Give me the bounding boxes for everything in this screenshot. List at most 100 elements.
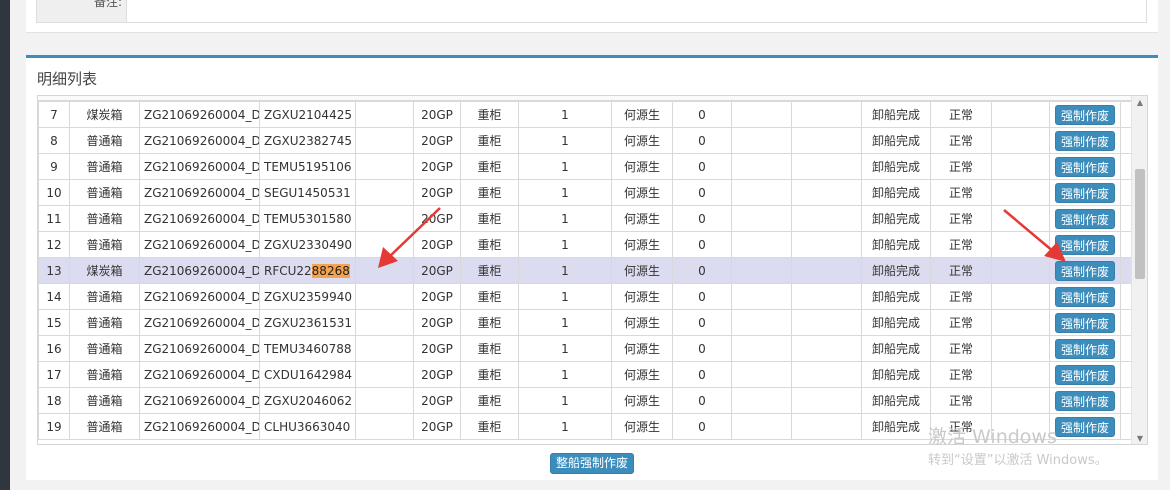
table-row[interactable]: 16 普通箱 ZG21069260004_D TEMU3460788 20GP 重柜 1 何源… [38,335,1133,362]
voyage-ref: ZG21069260004_D [139,231,260,258]
force-void-button[interactable]: 强制作废 [1055,416,1115,437]
row-number: 10 [38,179,70,206]
container-number-text: ZGXU2361531 [264,315,352,330]
action-cell: 强制作废 [1049,257,1121,284]
operator-name: 何源生 [611,387,673,414]
unload-status: 卸船完成 [861,205,931,232]
voyage-ref: ZG21069260004_D [139,205,260,232]
force-void-button[interactable]: 强制作废 [1055,338,1115,359]
load-status: 重柜 [460,101,519,128]
blank-cell [355,257,414,284]
blank-cell [355,179,414,206]
row-number: 17 [38,361,70,388]
quantity: 1 [518,283,612,310]
operator-name: 何源生 [611,335,673,362]
table-row[interactable]: 11 普通箱 ZG21069260004_D TEMU5301580 20GP 重柜 1 何源… [38,205,1133,232]
box-type: 煤炭箱 [69,101,140,128]
container-size: 20GP [413,335,461,362]
blank-cell [991,335,1050,362]
table-row[interactable]: 15 普通箱 ZG21069260004_D ZGXU2361531 20GP 重柜 1 何源… [38,309,1133,336]
unload-status: 卸船完成 [861,153,931,180]
force-void-button[interactable]: 强制作废 [1055,156,1115,177]
action-cell: 强制作废 [1049,205,1121,232]
box-type: 普通箱 [69,205,140,232]
action-cell: 强制作废 [1049,127,1121,154]
blank-cell [355,127,414,154]
container-size: 20GP [413,153,461,180]
container-size: 20GP [413,257,461,284]
table-row[interactable]: 14 普通箱 ZG21069260004_D ZGXU2359940 20GP 重柜 1 何源… [38,283,1133,310]
blank-cell [791,101,862,128]
bulk-force-void-button[interactable]: 整船强制作废 [550,453,634,474]
force-void-button[interactable]: 强制作废 [1055,364,1115,385]
blank-cell [355,283,414,310]
action-cell: 强制作废 [1049,361,1121,388]
action-cell: 强制作废 [1049,335,1121,362]
blank-cell [731,309,792,336]
search-highlight: 88268 [311,263,350,278]
load-status: 重柜 [460,283,519,310]
force-void-button[interactable]: 强制作废 [1055,130,1115,151]
force-void-button[interactable]: 强制作废 [1055,104,1115,125]
voyage-ref: ZG21069260004_D [139,153,260,180]
blank-cell [731,361,792,388]
unload-status: 卸船完成 [861,387,931,414]
action-cell: 强制作废 [1049,387,1121,414]
blank-cell [791,361,862,388]
detail-table-scroll-area[interactable]: 7 煤炭箱 ZG21069260004_D ZGXU2104425 20GP 重柜 1 何源生… [37,95,1148,445]
remark-field[interactable] [127,0,1146,22]
container-number-text: ZGXU2104425 [264,107,352,122]
blank-cell [355,231,414,258]
table-row[interactable]: 9 普通箱 ZG21069260004_D TEMU5195106 20GP 重柜 1 何源生… [38,153,1133,180]
voyage-ref: ZG21069260004_D [139,361,260,388]
box-type: 普通箱 [69,231,140,258]
scroll-up-arrow-icon[interactable]: ▲ [1132,96,1147,110]
condition-status: 正常 [930,153,992,180]
force-void-button[interactable]: 强制作废 [1055,182,1115,203]
table-row[interactable]: 7 煤炭箱 ZG21069260004_D ZGXU2104425 20GP 重柜 1 何源生… [38,101,1133,128]
box-type: 普通箱 [69,413,140,440]
row-number: 8 [38,127,70,154]
unload-status: 卸船完成 [861,127,931,154]
table-row[interactable]: 8 普通箱 ZG21069260004_D ZGXU2382745 20GP 重柜 1 何源生… [38,127,1133,154]
detail-table: 7 煤炭箱 ZG21069260004_D ZGXU2104425 20GP 重柜 1 何源生… [38,101,1133,440]
container-number: ZGXU2104425 [259,101,356,128]
blank-cell [991,257,1050,284]
blank-cell [731,127,792,154]
force-void-button[interactable]: 强制作废 [1055,260,1115,281]
scroll-down-arrow-icon[interactable]: ▼ [1132,432,1147,444]
force-void-button[interactable]: 强制作废 [1055,234,1115,255]
table-row[interactable]: 10 普通箱 ZG21069260004_D SEGU1450531 20GP 重柜 1 何源… [38,179,1133,206]
row-number: 16 [38,335,70,362]
voyage-ref: ZG21069260004_D [139,413,260,440]
blank-cell [355,205,414,232]
force-void-button[interactable]: 强制作废 [1055,312,1115,333]
operator-name: 何源生 [611,413,673,440]
unload-status: 卸船完成 [861,101,931,128]
container-number-text: ZGXU2359940 [264,289,352,304]
row-number: 12 [38,231,70,258]
blank-cell [991,283,1050,310]
blank-cell [355,153,414,180]
table-row[interactable]: 19 普通箱 ZG21069260004_D CLHU3663040 20GP 重柜 1 何源… [38,413,1133,440]
count-value: 0 [672,231,732,258]
force-void-button[interactable]: 强制作废 [1055,286,1115,307]
table-row[interactable]: 12 普通箱 ZG21069260004_D ZGXU2330490 20GP 重柜 1 何源… [38,231,1133,258]
table-row[interactable]: 13 煤炭箱 ZG21069260004_D RFCU2288268 20GP 重柜 1 何源… [38,257,1133,284]
unload-status: 卸船完成 [861,309,931,336]
count-value: 0 [672,205,732,232]
unload-status: 卸船完成 [861,179,931,206]
scroll-thumb[interactable] [1135,169,1145,279]
action-cell: 强制作废 [1049,231,1121,258]
container-size: 20GP [413,127,461,154]
quantity: 1 [518,153,612,180]
load-status: 重柜 [460,361,519,388]
force-void-button[interactable]: 强制作废 [1055,390,1115,411]
table-scrollbar[interactable]: ▲ ▼ [1131,96,1147,444]
table-row[interactable]: 17 普通箱 ZG21069260004_D CXDU1642984 20GP 重柜 1 何源… [38,361,1133,388]
force-void-button[interactable]: 强制作废 [1055,208,1115,229]
blank-cell [791,335,862,362]
blank-cell [791,257,862,284]
table-row[interactable]: 18 普通箱 ZG21069260004_D ZGXU2046062 20GP 重柜 1 何源… [38,387,1133,414]
condition-status: 正常 [930,205,992,232]
